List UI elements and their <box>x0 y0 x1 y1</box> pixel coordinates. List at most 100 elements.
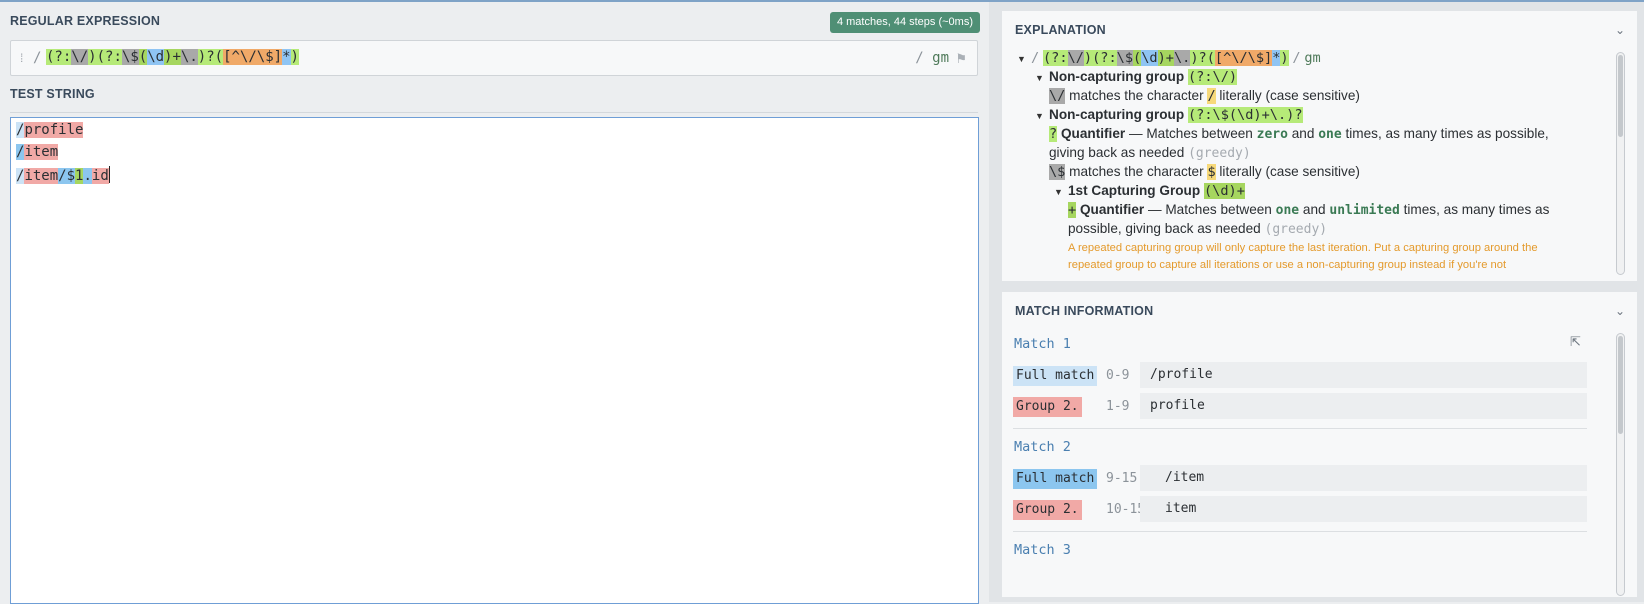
explanation-root-token: )? <box>1190 50 1207 66</box>
match-highlight: profile <box>24 122 84 138</box>
q2-line-2: possible, giving back as needed (greedy) <box>1068 221 1327 237</box>
cg1-token: (\d)+ <box>1203 183 1245 199</box>
regex-token: ) <box>88 49 97 65</box>
regex-token: \. <box>180 49 198 65</box>
regex-token: ( <box>214 49 224 65</box>
match-highlight: . <box>83 168 92 184</box>
match-highlight: item <box>24 168 59 184</box>
chevron-down-icon[interactable]: ⌄ <box>1615 23 1625 37</box>
flag-icon[interactable]: ⚑ <box>955 51 967 67</box>
match-value: item <box>1140 496 1587 522</box>
regex-token: )? <box>197 49 215 65</box>
dollar-literal-text: matches the character <box>1069 164 1204 179</box>
root-regex-tokens: (?:\/)(?:\$(\d)+\.)?([^\/\$]*) <box>1042 50 1289 66</box>
match-1-title: Match 1 <box>1014 336 1071 352</box>
explanation-root-token: ( <box>1206 50 1215 66</box>
table-row[interactable]: Full match 9-15 /item <box>1013 465 1587 491</box>
chevron-down-icon[interactable]: ⌄ <box>1615 304 1625 318</box>
regex-token: ( <box>138 49 148 65</box>
q2-greedy: (greedy) <box>1264 222 1328 237</box>
text-caret <box>108 166 110 183</box>
ncg1-label: Non-capturing group <box>1049 69 1185 84</box>
root-delimiter-open: / <box>1031 50 1040 66</box>
table-row[interactable]: Group 2. 1-9 profile <box>1013 393 1587 419</box>
warning-line-2: repeated group to capture all iterations… <box>1068 259 1507 271</box>
regex-flags-text: gm <box>932 50 949 66</box>
collapse-triangle-icon[interactable]: ▼ <box>1017 54 1031 64</box>
dollar-literal-char: $ <box>1207 164 1216 180</box>
match-2-title: Match 2 <box>1014 439 1071 455</box>
match-scrollbar[interactable] <box>1616 333 1625 596</box>
match-info-title: MATCH INFORMATION <box>1015 304 1154 318</box>
match-highlight: /$ <box>58 168 76 184</box>
cg1-line: ▼ 1st Capturing Group (\d)+ <box>1054 183 1245 199</box>
explanation-root-token: (?: <box>1092 50 1117 66</box>
slash-literal-char: / <box>1207 88 1216 104</box>
slash-literal-text: matches the character <box>1069 88 1204 103</box>
table-row[interactable]: Full match 0-9 /profile <box>1013 362 1587 388</box>
dollar-literal-line: \$ matches the character $ literally (ca… <box>1049 164 1360 180</box>
dollar-literal-token: \$ <box>1049 164 1066 180</box>
q1-and: and <box>1291 126 1315 141</box>
warning-line-1: A repeated capturing group will only cap… <box>1068 242 1538 254</box>
section-divider <box>10 112 978 113</box>
regex-token: [^\/\$] <box>223 49 283 65</box>
match-scroll-thumb[interactable] <box>1618 336 1623 434</box>
explanation-scrollbar[interactable] <box>1616 52 1625 275</box>
full-match-label: Full match <box>1013 469 1098 489</box>
collapse-triangle-icon[interactable]: ▼ <box>1035 73 1049 83</box>
group-label: Group 2. <box>1013 500 1082 520</box>
regex-delimiter-open: / <box>33 50 42 66</box>
explanation-root-token: \$ <box>1116 50 1134 66</box>
q1-line: ? Quantifier — Matches between zero and … <box>1049 126 1549 142</box>
dollar-literal-text-b: literally (case sensitive) <box>1219 164 1360 179</box>
q2-kw2: unlimited <box>1329 203 1400 218</box>
q1-kw1: zero <box>1256 127 1288 142</box>
root-flags: gm <box>1304 50 1321 66</box>
q2-token: + <box>1068 202 1077 218</box>
q2-kw1: one <box>1275 203 1300 218</box>
explanation-root-token: \/ <box>1067 50 1084 66</box>
ncg2-line: ▼ Non-capturing group (?:\$(\d)+\.)? <box>1035 107 1303 123</box>
slash-literal-text-b: literally (case sensitive) <box>1219 88 1360 103</box>
match-highlight: item <box>24 144 59 160</box>
regex-section-title: REGULAR EXPRESSION <box>10 14 161 28</box>
explanation-root-token: )+ <box>1157 50 1174 66</box>
regex-input[interactable]: ⁞ / (?:\/)(?:\$(\d)+\.)?([^\/\$]*) / gm … <box>10 40 978 76</box>
drag-handle-icon[interactable]: ⁞ <box>20 51 23 65</box>
regex-pattern[interactable]: (?:\/)(?:\$(\d)+\.)?([^\/\$]*) <box>46 49 299 65</box>
regex-token: \$ <box>121 49 139 65</box>
explanation-title: EXPLANATION <box>1015 23 1106 37</box>
regex-flags[interactable]: / gm <box>915 50 949 66</box>
regex-delimiter-close: / <box>915 50 924 66</box>
match-divider <box>1013 428 1587 429</box>
collapse-triangle-icon[interactable]: ▼ <box>1054 187 1068 197</box>
ncg1-line: ▼ Non-capturing group (?:\/) <box>1035 69 1238 85</box>
root-delimiter-close: / <box>1292 50 1301 66</box>
share-icon[interactable]: ⇱ <box>1570 334 1581 350</box>
cg1-label: 1st Capturing Group <box>1068 183 1201 198</box>
test-string-input[interactable]: /profile /item /item/$1.id <box>10 117 979 604</box>
match-count-badge: 4 matches, 44 steps (~0ms) <box>829 12 980 33</box>
explanation-scroll-thumb[interactable] <box>1618 55 1623 137</box>
q1-line-2: giving back as needed (greedy) <box>1049 145 1251 161</box>
match-range: 1-9 <box>1106 399 1130 414</box>
sidebar-pane: EXPLANATION ⌄ ▼ / (?:\/)(?:\$(\d)+\.)?([^… <box>989 2 1644 602</box>
q1-token: ? <box>1049 126 1058 142</box>
q2-label: Quantifier <box>1079 202 1145 217</box>
collapse-triangle-icon[interactable]: ▼ <box>1035 111 1049 121</box>
table-row[interactable]: Group 2. 10-15 item <box>1013 496 1587 522</box>
q1-text-c: giving back as needed <box>1049 145 1185 160</box>
match-info-panel: MATCH INFORMATION ⌄ ⇱ Match 1 Full match… <box>1002 292 1637 597</box>
regex-token: ) <box>290 49 299 65</box>
explanation-root-token: [^\/\$] <box>1214 50 1273 66</box>
explanation-root-token: \. <box>1173 50 1191 66</box>
match-value: /profile <box>1140 362 1587 388</box>
slash-literal-token: \/ <box>1049 88 1066 104</box>
match-range: 9-15 <box>1106 471 1138 486</box>
match-value: /item <box>1140 465 1587 491</box>
q1-text: — Matches between <box>1128 126 1253 141</box>
explanation-root-token: (?: <box>1042 50 1068 66</box>
ncg2-label: Non-capturing group <box>1049 107 1185 122</box>
q1-label: Quantifier <box>1060 126 1126 141</box>
